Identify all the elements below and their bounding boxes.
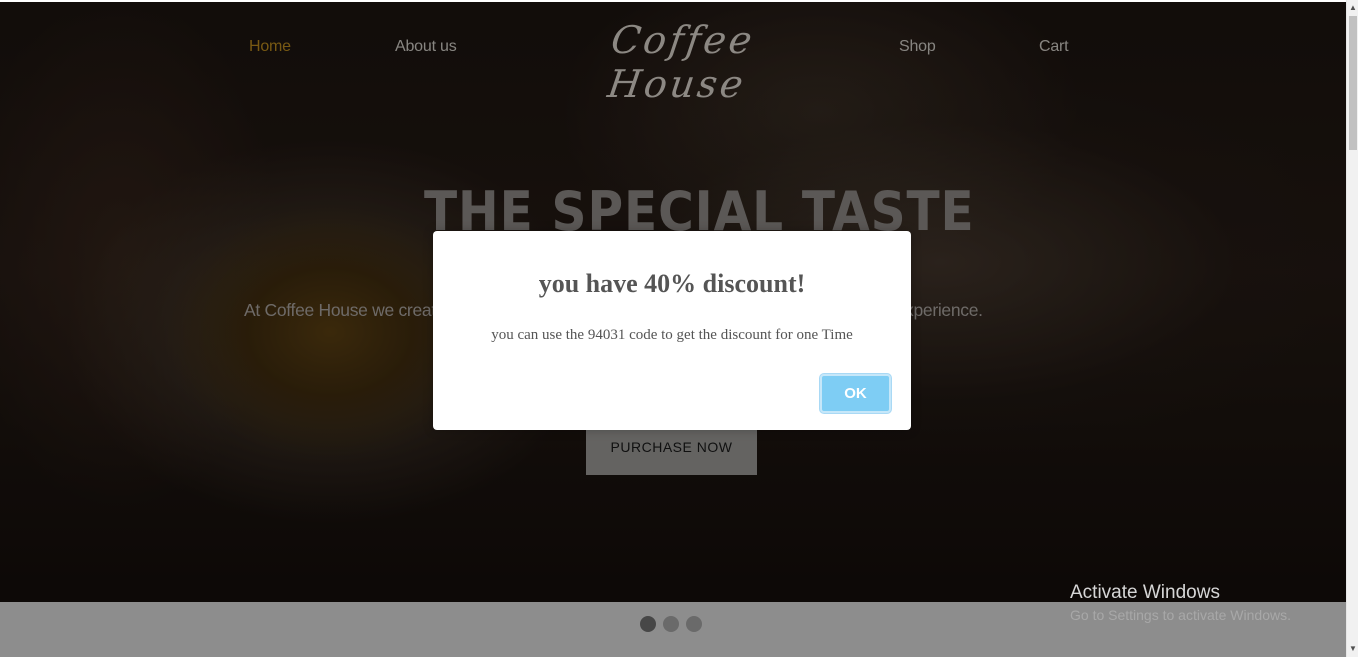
ok-button[interactable]: OK (820, 374, 891, 413)
activate-windows-title: Activate Windows (1070, 582, 1220, 603)
discount-dialog: you have 40% discount! you can use the 9… (433, 231, 911, 430)
scroll-up-arrow-icon[interactable]: ▲ (1347, 2, 1358, 14)
activate-windows-subtitle: Go to Settings to activate Windows. (1070, 607, 1291, 623)
carousel-dot-1[interactable] (640, 616, 656, 632)
dialog-message: you can use the 94031 code to get the di… (491, 327, 853, 343)
page-scrollbar[interactable]: ▲ ▼ (1346, 0, 1358, 657)
carousel-dot-3[interactable] (686, 616, 702, 632)
scroll-down-arrow-icon[interactable]: ▼ (1347, 643, 1358, 655)
scrollbar-thumb[interactable] (1349, 16, 1357, 150)
carousel-dot-2[interactable] (663, 616, 679, 632)
dialog-title: you have 40% discount! (538, 269, 806, 298)
